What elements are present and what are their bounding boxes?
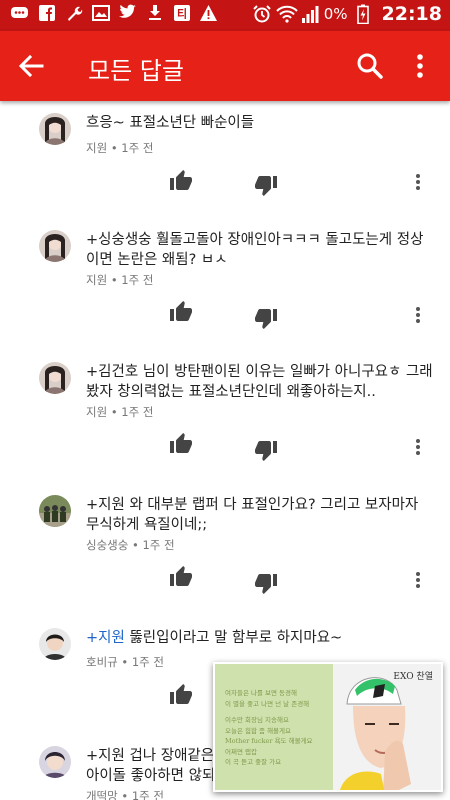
comment-time: 1주 전 (131, 789, 164, 800)
artist-label: EXO 찬열 (393, 672, 433, 682)
page-title: 모든 답글 (88, 57, 184, 85)
warning-icon (199, 4, 218, 25)
comment-meta: 지원 • 1주 전 (86, 141, 154, 155)
more-vert-icon (416, 572, 420, 588)
thumb-up-icon (170, 170, 192, 190)
thumb-up-icon (170, 433, 192, 453)
svg-text:티: 티 (176, 7, 186, 21)
thumb-down-icon (255, 309, 277, 329)
comment-meta: 호비규 • 1주 전 (86, 655, 164, 669)
more-vert-icon (416, 439, 420, 455)
search-button[interactable] (352, 48, 388, 84)
comment-meta: 개떡망 • 1주 전 (86, 788, 164, 800)
comment-menu-button[interactable] (411, 435, 425, 459)
message-icon (10, 4, 29, 25)
thumb-down-icon (255, 574, 277, 594)
comment-text: 흐응~ 표절소년단 빠순이들 (86, 115, 255, 131)
like-button[interactable] (169, 300, 193, 324)
wifi-icon (276, 4, 298, 24)
avatar[interactable] (39, 230, 71, 262)
avatar[interactable] (39, 628, 71, 660)
wrench-icon (64, 4, 83, 25)
comment-author[interactable]: 호비규 (86, 655, 118, 669)
dislike-button[interactable] (254, 438, 278, 462)
back-button[interactable] (14, 50, 48, 82)
like-button[interactable] (169, 432, 193, 456)
comment-author[interactable]: 지원 (86, 405, 107, 419)
thumb-up-icon (170, 566, 192, 586)
comment-author[interactable]: 개떡망 (86, 789, 118, 800)
status-bar: 티 0% 22:18 (0, 0, 450, 31)
more-vert-icon (417, 54, 423, 78)
thumb-down-icon (255, 176, 277, 196)
gallery-icon (91, 4, 110, 25)
alarm-icon (252, 4, 271, 24)
comment-menu-button[interactable] (411, 170, 425, 194)
thumb-down-icon (255, 441, 277, 461)
avatar[interactable] (39, 362, 71, 394)
comment-time: 1주 전 (121, 405, 154, 419)
clock: 22:18 (381, 3, 442, 25)
comment-author[interactable]: 지원 (86, 141, 107, 155)
comment-author[interactable]: 싱숭생숭 (86, 538, 128, 552)
search-icon (357, 53, 383, 79)
comment-time: 1주 전 (131, 655, 164, 669)
thumb-up-icon (170, 301, 192, 321)
mini-player[interactable]: EXO 찬열 여자들은 나를 보면 동경해 이 별을 좋고 나면 넌 날 존경해… (213, 662, 443, 792)
comment-time: 1주 전 (121, 141, 154, 155)
battery-icon (354, 4, 372, 25)
facebook-icon (37, 4, 56, 25)
download-icon (145, 4, 164, 25)
comment-meta: 싱숭생숭 • 1주 전 (86, 538, 175, 552)
comment-text: +김건호 님이 방탄팬이된 이유는 일빠가 아니구요ㅎ 그래봤자 창의력없는 표… (86, 364, 433, 400)
twitter-icon (118, 4, 137, 25)
comment-author[interactable]: 지원 (86, 273, 107, 287)
lyrics-text: 여자들은 나를 보면 동경해 이 별을 좋고 나면 넌 날 존경해 이수만 회장… (225, 689, 313, 766)
comment-time: 1주 전 (121, 273, 154, 287)
dislike-button[interactable] (254, 173, 278, 197)
comment-text: +지원 뚫린입이라고 말 함부로 하지마요~ (86, 630, 343, 646)
more-vert-icon (416, 307, 420, 323)
avatar[interactable] (39, 113, 71, 145)
arrow-back-icon (18, 54, 44, 78)
comment-menu-button[interactable] (411, 568, 425, 592)
signal-icon (300, 4, 319, 24)
thumb-up-icon (170, 684, 192, 704)
avatar[interactable] (39, 495, 71, 527)
comment-mention[interactable]: +지원 (86, 630, 125, 646)
like-button[interactable] (169, 565, 193, 589)
dislike-button[interactable] (254, 306, 278, 330)
comment-menu-button[interactable] (411, 303, 425, 327)
comment-time: 1주 전 (142, 538, 175, 552)
comment-meta: 지원 • 1주 전 (86, 273, 154, 287)
avatar[interactable] (39, 746, 71, 778)
battery-percent: 0% (323, 5, 348, 23)
system-indicators: 0% 22:18 (252, 3, 442, 25)
like-button[interactable] (169, 683, 193, 707)
app-bar: 모든 답글 (0, 31, 450, 101)
comment-text: +싱숭생숭 훨돌고돌아 장애인아ㅋㅋㅋ 돌고도는게 정상이면 논란은 왜됨? ㅂ… (86, 232, 424, 268)
overflow-menu-button[interactable] (406, 48, 434, 84)
comment-text: +지원 와 대부분 랩퍼 다 표절인가요? 그리고 보자마자 무식하게 욕질이네… (86, 497, 419, 533)
more-vert-icon (416, 174, 420, 190)
notification-icons: 티 (10, 4, 218, 25)
comment-meta: 지원 • 1주 전 (86, 405, 154, 419)
like-button[interactable] (169, 169, 193, 193)
dislike-button[interactable] (254, 571, 278, 595)
app-icon: 티 (172, 4, 191, 25)
